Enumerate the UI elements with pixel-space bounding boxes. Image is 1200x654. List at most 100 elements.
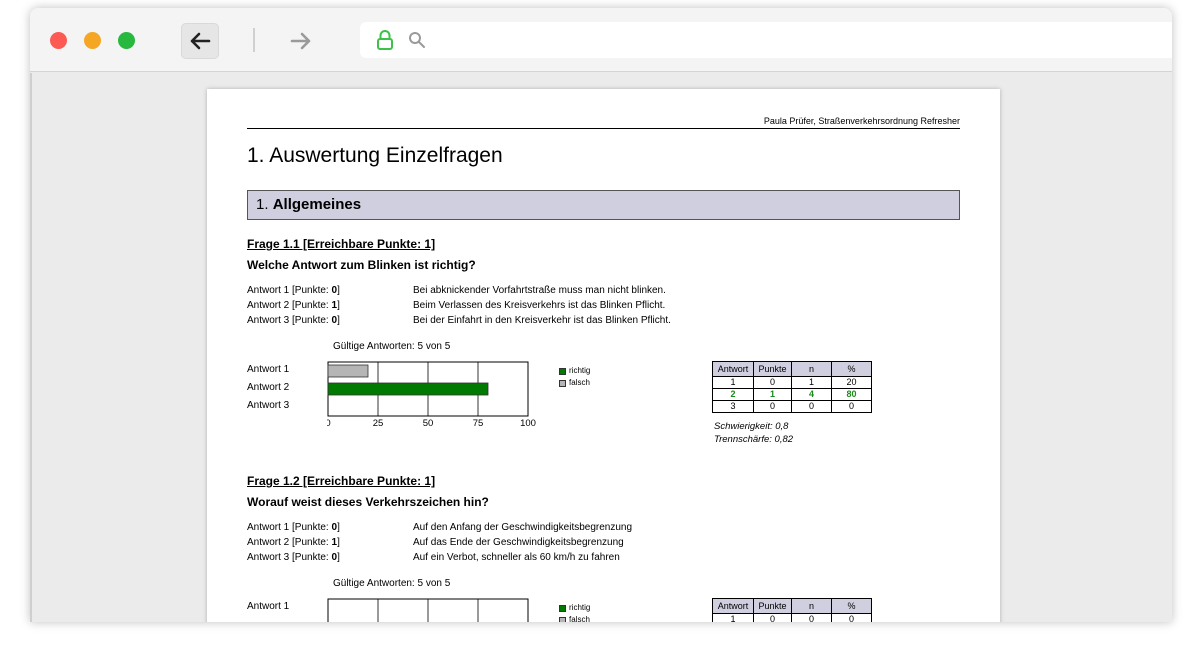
stats-cell: 0 <box>831 613 872 622</box>
section-title: Allgemeines <box>272 196 362 213</box>
search-icon <box>409 32 425 48</box>
pdf-page: Paula Prüfer, Straßenverkehrsordnung Ref… <box>207 89 1000 622</box>
stats-cell: 1 <box>753 388 792 401</box>
stats-cell: 20 <box>831 376 872 389</box>
forward-button[interactable] <box>282 23 320 59</box>
browser-window: Paula Prüfer, Straßenverkehrsordnung Ref… <box>30 8 1172 622</box>
stats-cell: 2 <box>712 388 754 401</box>
lock-icon <box>377 30 393 50</box>
legend-item: richtig <box>559 365 590 377</box>
legend-label: falsch <box>569 615 590 622</box>
answer-label: Antwort 1 [Punkte: 0] <box>247 285 340 296</box>
legend-label: richtig <box>569 603 591 612</box>
answer-text: Auf ein Verbot, schneller als 60 km/h zu… <box>413 552 620 563</box>
legend-swatch-richtig <box>559 367 566 375</box>
question-title: Frage 1.1 [Erreichbare Punkte: 1] <box>247 237 436 251</box>
x-tick-label: 75 <box>473 418 484 429</box>
x-tick-label: 0 <box>327 418 331 429</box>
stats-header: Punkte <box>753 361 792 377</box>
answer-row: Antwort 1 [Punkte: 0] Auf den Anfang der… <box>247 520 960 535</box>
answer-list: Antwort 1 [Punkte: 0] Auf den Anfang der… <box>247 520 960 565</box>
chart-category-labels: Antwort 1 <box>247 598 289 616</box>
stats-header: Punkte <box>753 598 792 614</box>
x-tick-label: 25 <box>373 418 384 429</box>
legend-swatch-falsch <box>559 616 566 622</box>
question-text: Welche Antwort zum Blinken ist richtig? <box>247 258 476 272</box>
minimize-window-button[interactable] <box>84 32 101 49</box>
category-label: Antwort 2 <box>247 382 290 393</box>
stats-cell: 0 <box>753 613 792 622</box>
stats-row: 1 0 0 0 <box>712 613 872 622</box>
legend-item: falsch <box>559 614 590 622</box>
stats-header: % <box>831 361 872 377</box>
category-label: Antwort 1 <box>247 364 290 375</box>
legend-item: falsch <box>559 377 590 389</box>
stats-row: 1 0 1 20 <box>712 376 872 389</box>
answer-text: Beim Verlassen des Kreisverkehrs ist das… <box>413 300 666 311</box>
answer-label: Antwort 1 [Punkte: 0] <box>247 522 340 533</box>
stats-header: n <box>791 361 832 377</box>
answer-text: Bei der Einfahrt in den Kreisverkehr ist… <box>413 315 671 326</box>
x-tick-label: 50 <box>423 418 434 429</box>
stats-row: 3 0 0 0 <box>712 400 872 413</box>
chart-category-labels: Antwort 1 Antwort 2 Antwort 3 <box>247 361 289 415</box>
answer-text: Auf den Anfang der Geschwindigkeitsbegre… <box>413 522 633 533</box>
pdf-viewport[interactable]: Paula Prüfer, Straßenverkehrsordnung Ref… <box>30 73 1172 622</box>
stats-cell: 0 <box>831 400 872 413</box>
answer-label: Antwort 2 [Punkte: 1] <box>247 300 340 311</box>
category-label: Antwort 1 <box>247 601 290 612</box>
answer-row: Antwort 1 [Punkte: 0] Bei abknickender V… <box>247 283 960 298</box>
stats-cell: 3 <box>712 400 754 413</box>
arrow-right-icon <box>290 32 311 50</box>
back-button[interactable] <box>181 23 219 59</box>
maximize-window-button[interactable] <box>118 32 135 49</box>
answer-label: Antwort 3 [Punkte: 0] <box>247 552 340 563</box>
nav-separator <box>253 28 255 52</box>
legend-label: richtig <box>569 366 591 375</box>
legend-label: falsch <box>569 378 590 387</box>
question-block: Frage 1.2 [Erreichbare Punkte: 1] Worauf… <box>247 472 960 622</box>
section-number: 1. <box>256 196 269 213</box>
answer-row: Antwort 3 [Punkte: 0] Auf ein Verbot, sc… <box>247 550 960 565</box>
valid-answers-text: Gültige Antworten: 5 von 5 <box>333 341 451 352</box>
chart-legend: richtig falsch <box>559 365 590 389</box>
discrimination-text: Trennschärfe: 0,82 <box>714 434 794 445</box>
answer-stats-table: Antwort Punkte n % 1 0 1 20 2 1 4 80 3 0… <box>712 361 872 413</box>
answer-stats-table: Antwort Punkte n % 1 0 0 0 <box>712 598 872 622</box>
bar-antwort-1 <box>327 364 369 378</box>
answer-text: Auf das Ende der Geschwindigkeitsbegrenz… <box>413 537 624 548</box>
stats-cell: 0 <box>753 400 792 413</box>
difficulty-text: Schwierigkeit: 0,8 <box>714 421 789 432</box>
answer-label: Antwort 2 [Punkte: 1] <box>247 537 340 548</box>
stats-cell: 4 <box>791 388 832 401</box>
stats-header: n <box>791 598 832 614</box>
valid-answers-text: Gültige Antworten: 5 von 5 <box>333 578 451 589</box>
stats-header: Antwort <box>712 598 754 614</box>
answer-row: Antwort 2 [Punkte: 1] Beim Verlassen des… <box>247 298 960 313</box>
stats-cell: 1 <box>791 376 832 389</box>
browser-toolbar <box>30 8 1172 72</box>
chart-legend: richtig falsch <box>559 602 590 622</box>
answer-bar-chart: 0 25 50 75 100 <box>327 361 536 429</box>
stats-cell: 0 <box>791 613 832 622</box>
answer-text: Bei abknickender Vorfahrtstraße muss man… <box>413 285 666 296</box>
section-heading: 1. Allgemeines <box>247 190 960 220</box>
answer-row: Antwort 3 [Punkte: 0] Bei der Einfahrt i… <box>247 313 960 328</box>
answer-label: Antwort 3 [Punkte: 0] <box>247 315 340 326</box>
document-title: 1. Auswertung Einzelfragen <box>247 144 503 167</box>
legend-item: richtig <box>559 602 590 614</box>
stats-cell: 1 <box>712 613 754 622</box>
stats-header: % <box>831 598 872 614</box>
question-title: Frage 1.2 [Erreichbare Punkte: 1] <box>247 474 436 488</box>
stats-cell: 80 <box>831 388 872 401</box>
stats-row-correct: 2 1 4 80 <box>712 388 872 401</box>
document-header: Paula Prüfer, Straßenverkehrsordnung Ref… <box>247 116 960 129</box>
stats-cell: 1 <box>712 376 754 389</box>
x-tick-label: 100 <box>520 418 536 429</box>
question-text: Worauf weist dieses Verkehrszeichen hin? <box>247 495 489 509</box>
stats-header: Antwort <box>712 361 754 377</box>
question-block: Frage 1.1 [Erreichbare Punkte: 1] Welche… <box>247 235 960 445</box>
close-window-button[interactable] <box>50 32 67 49</box>
address-bar[interactable] <box>360 22 1172 58</box>
stats-cell: 0 <box>791 400 832 413</box>
